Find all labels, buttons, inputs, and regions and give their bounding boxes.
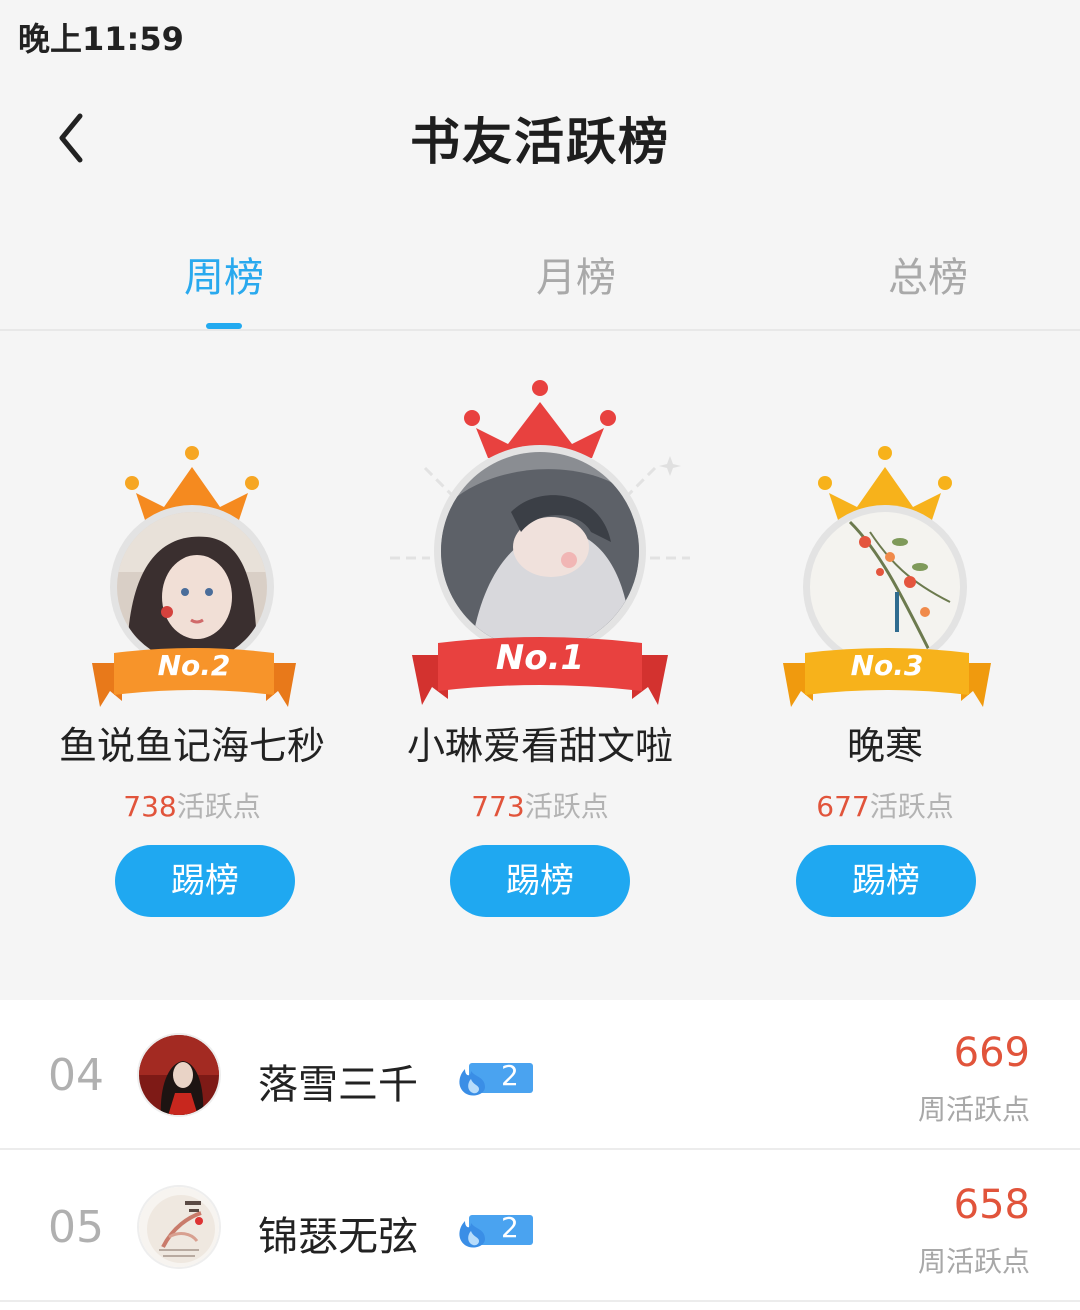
points-suffix: 活跃点 xyxy=(176,790,261,823)
level-number: 2 xyxy=(501,1059,519,1092)
points-value: 677 xyxy=(816,790,870,823)
page-title: 书友活跃榜 xyxy=(410,113,670,171)
points-suffix: 活跃点 xyxy=(524,790,609,823)
tab-bar: 周榜 月榜 总榜 xyxy=(0,225,1080,331)
tab-active-indicator xyxy=(206,323,242,329)
level-badge: 2 xyxy=(455,1209,535,1249)
podium-first: No.1 小琳爱看甜文啦 773活跃点 踢榜 xyxy=(360,333,720,978)
avatar-image xyxy=(139,1187,219,1267)
rank-label: No.2 xyxy=(157,649,231,682)
user-name: 晚寒 xyxy=(846,724,923,768)
avatar-image xyxy=(810,512,960,662)
score-label: 周活跃点 xyxy=(917,1245,1030,1278)
kick-button[interactable]: 踢榜 xyxy=(450,845,630,917)
points-line: 738活跃点 xyxy=(12,785,372,825)
avatar[interactable] xyxy=(434,445,646,657)
flame-level-icon xyxy=(459,1215,533,1248)
points-line: 773活跃点 xyxy=(360,785,720,825)
score-label: 周活跃点 xyxy=(917,1093,1030,1126)
score-value: 669 xyxy=(953,1030,1030,1076)
points-value: 738 xyxy=(123,790,177,823)
rank-label: No.1 xyxy=(495,638,585,678)
ranking-list: 04 落雪三千 2 669 周活跃点 05 锦瑟无弦 2 658 周活跃点 xyxy=(0,1000,1080,1310)
kick-button[interactable]: 踢榜 xyxy=(796,845,976,917)
row-rank: 05 xyxy=(48,1202,104,1253)
user-name: 锦瑟无弦 xyxy=(258,1214,418,1260)
avatar-image xyxy=(117,512,267,662)
level-number: 2 xyxy=(501,1211,519,1244)
flame-level-icon xyxy=(459,1063,533,1096)
level-badge: 2 xyxy=(455,1057,535,1097)
rank-label: No.3 xyxy=(850,649,924,682)
points-suffix: 活跃点 xyxy=(869,790,954,823)
tab-weekly[interactable]: 周榜 xyxy=(124,245,324,303)
row-rank: 04 xyxy=(48,1050,104,1101)
avatar-image xyxy=(441,452,639,650)
kick-button[interactable]: 踢榜 xyxy=(115,845,295,917)
nav-bar: 书友活跃榜 xyxy=(0,80,1080,200)
points-value: 773 xyxy=(471,790,525,823)
avatar[interactable] xyxy=(137,1185,221,1269)
podium-third: No.3 晚寒 677活跃点 踢榜 xyxy=(705,333,1065,978)
score-value: 658 xyxy=(953,1182,1030,1228)
tab-total[interactable]: 总榜 xyxy=(828,245,1028,303)
avatar[interactable] xyxy=(137,1033,221,1117)
tab-monthly[interactable]: 月榜 xyxy=(476,245,676,303)
avatar-image xyxy=(139,1035,219,1115)
user-name: 小琳爱看甜文啦 xyxy=(406,724,673,768)
podium-second: No.2 鱼说鱼记海七秒 738活跃点 踢榜 xyxy=(12,333,372,978)
podium: No.2 鱼说鱼记海七秒 738活跃点 踢榜 No.1 小琳爱看甜文啦 773活… xyxy=(0,333,1080,978)
points-line: 677活跃点 xyxy=(705,785,1065,825)
list-item[interactable]: 05 锦瑟无弦 2 658 周活跃点 xyxy=(0,1152,1080,1302)
list-item[interactable]: 04 落雪三千 2 669 周活跃点 xyxy=(0,1000,1080,1150)
status-bar: 晚上11:59 xyxy=(0,0,1080,70)
status-time: 晚上11:59 xyxy=(18,20,184,58)
user-name: 鱼说鱼记海七秒 xyxy=(58,724,325,768)
user-name: 落雪三千 xyxy=(258,1062,418,1108)
